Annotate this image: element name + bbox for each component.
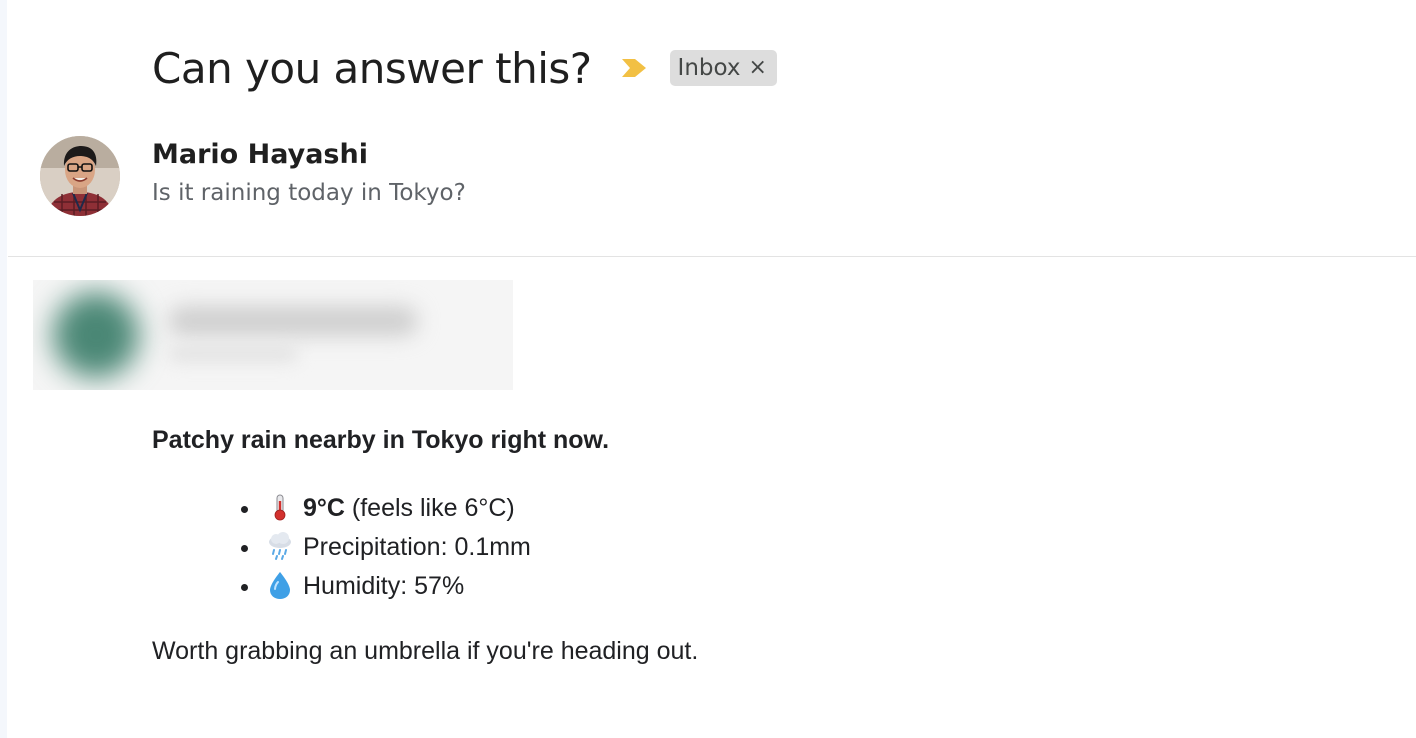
reply-body: Patchy rain nearby in Tokyo right now. 9… (152, 425, 1352, 666)
reply-headline: Patchy rain nearby in Tokyo right now. (152, 426, 610, 454)
temperature-value: 9°C (303, 494, 345, 522)
blurred-avatar (53, 292, 139, 378)
remove-label-button[interactable]: × (748, 57, 766, 79)
rain-cloud-icon (265, 531, 295, 561)
blurred-sender-name (168, 306, 418, 336)
humidity-text: Humidity: 57% (303, 572, 465, 600)
list-item-humidity: Humidity: 57% (262, 567, 1352, 606)
temperature-feels-like: (feels like 6°C) (344, 494, 515, 522)
redacted-reply-header (33, 280, 513, 390)
droplet-icon (265, 570, 295, 600)
weather-list: 9°C (feels like 6°C) Precipitation: 0.1m… (152, 489, 1352, 606)
sender-avatar[interactable] (40, 136, 120, 216)
sender-name[interactable]: Mario Hayashi (152, 139, 368, 170)
left-edge (0, 0, 7, 738)
label-chip-inbox: Inbox × (669, 50, 777, 86)
precipitation-text: Precipitation: 0.1mm (303, 533, 531, 561)
blurred-sender-detail (168, 346, 298, 362)
list-item-temperature: 9°C (feels like 6°C) (262, 489, 1352, 528)
email-subject: Can you answer this? (152, 43, 592, 93)
list-item-precipitation: Precipitation: 0.1mm (262, 528, 1352, 567)
importance-marker-icon[interactable] (620, 57, 648, 79)
message-divider (8, 256, 1416, 257)
thermometer-icon (265, 492, 295, 522)
reply-closing: Worth grabbing an umbrella if you're hea… (152, 637, 699, 665)
message-snippet: Is it raining today in Tokyo? (152, 180, 466, 206)
label-chip-text: Inbox (677, 55, 741, 81)
subject-row: Can you answer this? Inbox × (152, 38, 777, 98)
